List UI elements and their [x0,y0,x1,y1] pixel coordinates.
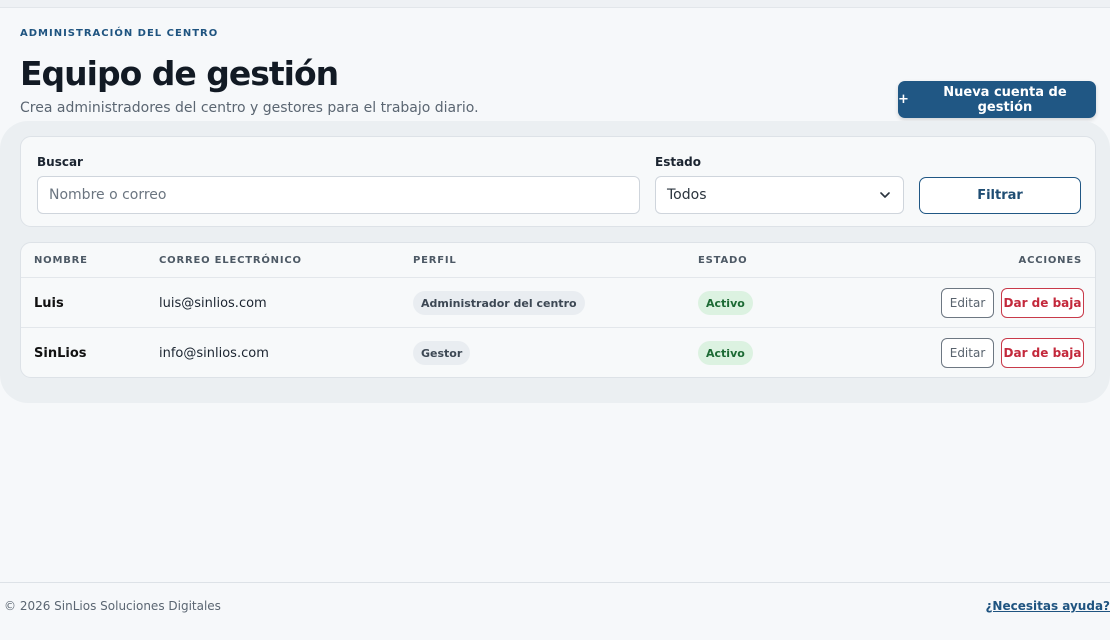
section-eyebrow: ADMINISTRACIÓN DEL CENTRO [20,28,219,39]
page-subtitle: Crea administradores del centro y gestor… [20,100,479,116]
table-row: SinLios info@sinlios.com Gestor Activo E… [21,327,1095,377]
search-input[interactable] [37,176,640,214]
search-label: Buscar [37,155,83,169]
deactivate-button[interactable]: Dar de baja [1001,288,1084,318]
edit-button[interactable]: Editar [941,288,994,318]
profile-badge: Administrador del centro [413,291,585,315]
column-header-email: CORREO ELECTRÓNICO [159,255,302,266]
filter-panel: Buscar Estado Todos Filtrar [20,136,1096,227]
chevron-down-icon [880,192,890,198]
new-management-account-label: Nueva cuenta de gestión [943,84,1067,115]
table-row: Luis luis@sinlios.com Administrador del … [21,277,1095,327]
top-strip [0,0,1110,8]
row-email: info@sinlios.com [159,345,269,361]
column-header-name: NOMBRE [34,255,88,266]
column-header-profile: PERFIL [413,255,457,266]
profile-badge: Gestor [413,341,471,365]
row-name: Luis [34,295,64,311]
status-select[interactable]: Todos [655,176,904,214]
status-label: Estado [655,155,702,169]
management-table: NOMBRE CORREO ELECTRÓNICO PERFIL ESTADO … [20,242,1096,378]
column-header-status: ESTADO [698,255,748,266]
help-link[interactable]: ¿Necesitas ayuda? [985,599,1110,613]
row-name: SinLios [34,345,87,361]
edit-button[interactable]: Editar [941,338,994,368]
status-badge: Activo [698,341,753,365]
status-select-value: Todos [667,187,707,203]
status-badge: Activo [698,291,753,315]
plus-icon: + [898,92,909,107]
footer-divider [0,582,1110,583]
footer-copyright: © 2026 SinLios Soluciones Digitales [4,599,221,613]
row-email: luis@sinlios.com [159,295,267,311]
filter-button[interactable]: Filtrar [919,177,1081,214]
page-title: Equipo de gestión [20,54,339,93]
new-management-account-button[interactable]: + Nueva cuenta de gestión [898,81,1096,118]
column-header-actions: ACCIONES [1018,255,1082,266]
deactivate-button[interactable]: Dar de baja [1001,338,1084,368]
